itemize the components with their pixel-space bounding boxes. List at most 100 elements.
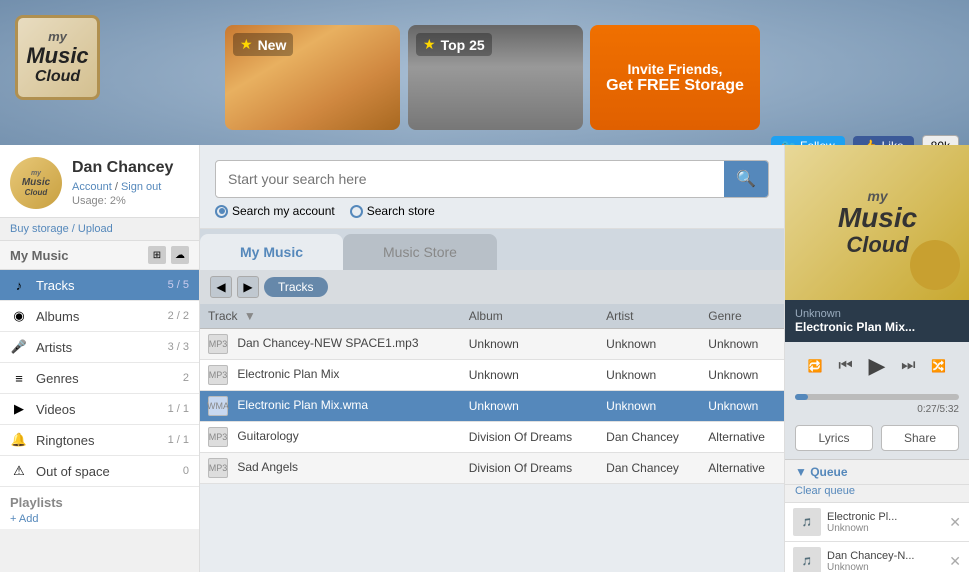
player-artist: Unknown [795, 308, 959, 320]
account-link[interactable]: Account [72, 181, 112, 193]
track-artist-cell: Dan Chancey [598, 422, 700, 453]
outofspace-icon: ⚠ [10, 462, 28, 480]
add-playlist-button[interactable]: + Add [10, 513, 189, 525]
twitter-follow-button[interactable]: 🐦 Follow [771, 136, 845, 145]
follow-label: Follow [800, 139, 835, 145]
sidebar-item-outofspace[interactable]: ⚠ Out of space 0 [0, 456, 199, 487]
nav-forward-button[interactable]: ▶ [237, 276, 259, 298]
profile-section: my Music Cloud Dan Chancey Account / Sig… [0, 145, 199, 218]
invite-text-1: Invite Friends, [628, 61, 723, 77]
col-header-artist[interactable]: Artist [598, 304, 700, 329]
next-button[interactable]: ⏭ [898, 354, 918, 378]
sidebar-item-videos[interactable]: ▶ Videos 1 / 1 [0, 394, 199, 425]
logo-music: Music [26, 44, 88, 68]
search-button[interactable]: 🔍 [724, 161, 768, 197]
queue-item-close-1[interactable]: ✕ [949, 514, 961, 531]
sidebar-item-genres[interactable]: ≡ Genres 2 [0, 363, 199, 394]
albums-icon: ◉ [10, 307, 28, 325]
track-breadcrumb: ◀ ▶ Tracks [200, 270, 784, 304]
search-my-account-option[interactable]: Search my account [215, 204, 335, 218]
queue-item-close-2[interactable]: ✕ [949, 553, 961, 570]
time-total: 5:32 [940, 404, 959, 415]
table-row[interactable]: MP3 Sad Angels Division Of Dreams Dan Ch… [200, 453, 784, 484]
banner-invite[interactable]: Invite Friends, Get FREE Storage [590, 25, 760, 130]
tab-my-music[interactable]: My Music [200, 234, 343, 270]
app-logo[interactable]: my Music Cloud [15, 15, 200, 130]
header: my Music Cloud ★ New ★ Top 25 Invite Fri… [0, 0, 969, 145]
grid-icon[interactable]: ⊞ [148, 246, 166, 264]
track-album-cell: Unknown [461, 360, 598, 391]
search-options: Search my account Search store [215, 204, 769, 218]
table-row[interactable]: WMA Electronic Plan Mix.wma Unknown Unkn… [200, 391, 784, 422]
queue-thumb-2: 🎵 [793, 547, 821, 572]
repeat-button[interactable]: 🔁 [805, 356, 826, 376]
track-artist-cell: Unknown [598, 360, 700, 391]
prev-button[interactable]: ⏮ [835, 354, 855, 378]
album-art: my Music Cloud [785, 145, 969, 300]
track-type-icon: MP3 [208, 427, 228, 447]
col-header-genre[interactable]: Genre [700, 304, 784, 329]
social-bar: 🐦 Follow 👍 Like 80k [771, 135, 959, 145]
table-row[interactable]: MP3 Dan Chancey-NEW SPACE1.mp3 Unknown U… [200, 329, 784, 360]
sidebar: my Music Cloud Dan Chancey Account / Sig… [0, 145, 200, 572]
sidebar-ringtones-label: Ringtones [36, 433, 160, 448]
progress-bar-wrap [785, 390, 969, 402]
search-input[interactable] [216, 163, 724, 195]
track-album-cell: Division Of Dreams [461, 453, 598, 484]
signout-link[interactable]: Sign out [121, 181, 161, 193]
track-table: Track ▼ Album Artist Genre MP3 Dan Chanc… [200, 304, 784, 484]
queue-arrow-icon: ▼ [795, 465, 810, 479]
time-display: 0:27/5:32 [785, 402, 969, 417]
sidebar-item-albums[interactable]: ◉ Albums 2 / 2 [0, 301, 199, 332]
like-icon: 👍 [863, 139, 878, 145]
banner-top25-badge: ★ Top 25 [416, 33, 492, 56]
player-title: Electronic Plan Mix... [795, 320, 959, 334]
shuffle-button[interactable]: 🔀 [928, 356, 949, 376]
col-header-album[interactable]: Album [461, 304, 598, 329]
clear-queue-button[interactable]: Clear queue [785, 485, 969, 503]
sidebar-albums-label: Albums [36, 309, 160, 324]
track-table-body: MP3 Dan Chancey-NEW SPACE1.mp3 Unknown U… [200, 329, 784, 484]
usage-text: Usage: 2% [72, 195, 173, 207]
nav-back-button[interactable]: ◀ [210, 276, 232, 298]
track-genre-cell: Unknown [700, 391, 784, 422]
track-title-cell: MP3 Guitarology [200, 422, 461, 453]
buy-storage-link[interactable]: Buy storage [10, 223, 69, 235]
twitter-icon: 🐦 [781, 139, 796, 145]
track-title-cell: WMA Electronic Plan Mix.wma [200, 391, 461, 422]
sort-arrow-track: ▼ [244, 309, 256, 323]
tracks-icon: ♪ [10, 276, 28, 294]
tab-music-store[interactable]: Music Store [343, 234, 497, 270]
upload-link[interactable]: Upload [78, 223, 113, 235]
cloud-icon[interactable]: ☁ [171, 246, 189, 264]
progress-bar[interactable] [795, 394, 959, 400]
track-artist-cell: Dan Chancey [598, 453, 700, 484]
track-genre-cell: Unknown [700, 329, 784, 360]
sidebar-item-tracks[interactable]: ♪ Tracks 5 / 5 [0, 270, 199, 301]
lyrics-share-bar: Lyrics Share [785, 417, 969, 460]
breadcrumb-tracks: Tracks [264, 277, 328, 297]
lyrics-button[interactable]: Lyrics [795, 425, 873, 451]
my-music-label: My Music [10, 248, 69, 263]
star-icon: ★ [240, 36, 253, 53]
play-button[interactable]: ▶ [866, 350, 889, 382]
sidebar-item-artists[interactable]: 🎤 Artists 3 / 3 [0, 332, 199, 363]
videos-icon: ▶ [10, 400, 28, 418]
track-name: Electronic Plan Mix [237, 367, 339, 381]
radio-my-account [215, 205, 228, 218]
table-row[interactable]: MP3 Electronic Plan Mix Unknown Unknown … [200, 360, 784, 391]
share-button[interactable]: Share [881, 425, 959, 451]
search-store-label: Search store [367, 204, 435, 218]
username: Dan Chancey [72, 159, 173, 177]
banner-top25[interactable]: ★ Top 25 [408, 25, 583, 130]
player-panel: my Music Cloud Unknown Electronic Plan M… [784, 145, 969, 572]
queue-header[interactable]: ▼ Queue [785, 460, 969, 485]
vinyl-circle [910, 240, 960, 290]
facebook-like-button[interactable]: 👍 Like [853, 136, 914, 145]
table-row[interactable]: MP3 Guitarology Division Of Dreams Dan C… [200, 422, 784, 453]
search-store-option[interactable]: Search store [350, 204, 435, 218]
sidebar-item-ringtones[interactable]: 🔔 Ringtones 1 / 1 [0, 425, 199, 456]
col-header-track[interactable]: Track ▼ [200, 304, 461, 329]
logo-cloud: Cloud [35, 68, 80, 86]
banner-new[interactable]: ★ New [225, 25, 400, 130]
